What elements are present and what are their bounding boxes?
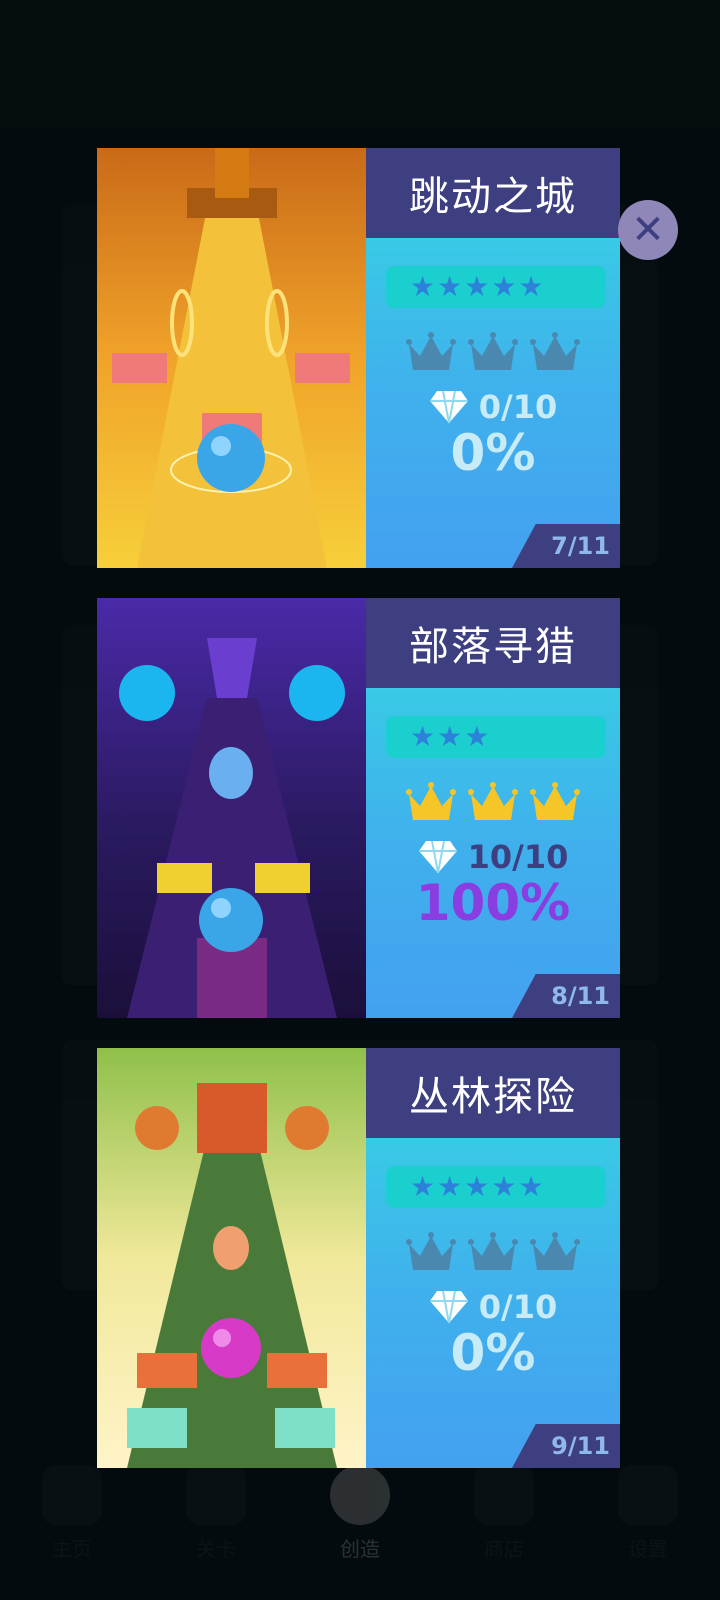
star-icon: ★ — [410, 270, 436, 303]
star-icon: ★ — [437, 1170, 463, 1203]
star-icon: ★ — [518, 270, 544, 303]
crown-row — [366, 780, 620, 826]
level-artwork — [97, 1048, 366, 1468]
completion-percent: 0% — [450, 424, 536, 482]
star-icon: ★ — [464, 1170, 490, 1203]
crown-icon — [530, 332, 580, 370]
level-info-panel: 丛林探险 ★ ★ ★ ★ ★ 0/10 0% 9/11 — [366, 1048, 620, 1468]
crown-row — [366, 330, 620, 376]
star-icon: ★ — [464, 270, 490, 303]
close-icon: ✕ — [631, 207, 665, 253]
crown-icon — [406, 332, 456, 370]
crown-icon — [406, 1232, 456, 1270]
difficulty-stars: ★ ★ ★ ★ ★ — [386, 266, 606, 308]
gem-count: 0/10 — [366, 1288, 620, 1326]
crown-icon — [468, 332, 518, 370]
completion-percent: 0% — [450, 1324, 536, 1382]
gem-count: 0/10 — [366, 388, 620, 426]
close-button[interactable]: ✕ — [618, 200, 678, 260]
diamond-icon — [429, 1290, 468, 1324]
crown-icon — [406, 782, 456, 820]
level-card[interactable]: 丛林探险 ★ ★ ★ ★ ★ 0/10 0% 9/11 — [97, 1048, 620, 1468]
level-artwork — [97, 148, 366, 568]
level-index-tag: 7/11 — [512, 524, 620, 568]
level-title: 部落寻猎 — [366, 598, 620, 688]
star-icon: ★ — [491, 1170, 517, 1203]
gem-count: 10/10 — [366, 838, 620, 876]
crown-icon — [468, 1232, 518, 1270]
crown-row — [366, 1230, 620, 1276]
level-title: 丛林探险 — [366, 1048, 620, 1138]
star-icon: ★ — [491, 270, 517, 303]
level-info-panel: 跳动之城 ★ ★ ★ ★ ★ 0/10 0% 7/11 — [366, 148, 620, 568]
star-icon: ★ — [437, 720, 463, 753]
difficulty-stars: ★ ★ ★ ★ ★ — [386, 1166, 606, 1208]
star-icon: ★ — [410, 720, 436, 753]
star-icon: ★ — [464, 720, 490, 753]
level-title: 跳动之城 — [366, 148, 620, 238]
star-icon: ★ — [410, 1170, 436, 1203]
star-icon: ★ — [518, 1170, 544, 1203]
level-info-panel: 部落寻猎 ★ ★ ★ 10/10 100% 8/11 — [366, 598, 620, 1018]
crown-icon — [530, 1232, 580, 1270]
crown-icon — [530, 782, 580, 820]
crown-icon — [468, 782, 518, 820]
level-card[interactable]: 部落寻猎 ★ ★ ★ 10/10 100% 8/11 — [97, 598, 620, 1018]
completion-percent: 100% — [415, 874, 571, 932]
level-index-tag: 9/11 — [512, 1424, 620, 1468]
level-index-tag: 8/11 — [512, 974, 620, 1018]
level-card[interactable]: 跳动之城 ★ ★ ★ ★ ★ 0/10 0% 7/11 — [97, 148, 620, 568]
diamond-icon — [429, 390, 468, 424]
diamond-icon — [418, 840, 457, 874]
difficulty-stars: ★ ★ ★ — [386, 716, 606, 758]
level-artwork — [97, 598, 366, 1018]
star-icon: ★ — [437, 270, 463, 303]
